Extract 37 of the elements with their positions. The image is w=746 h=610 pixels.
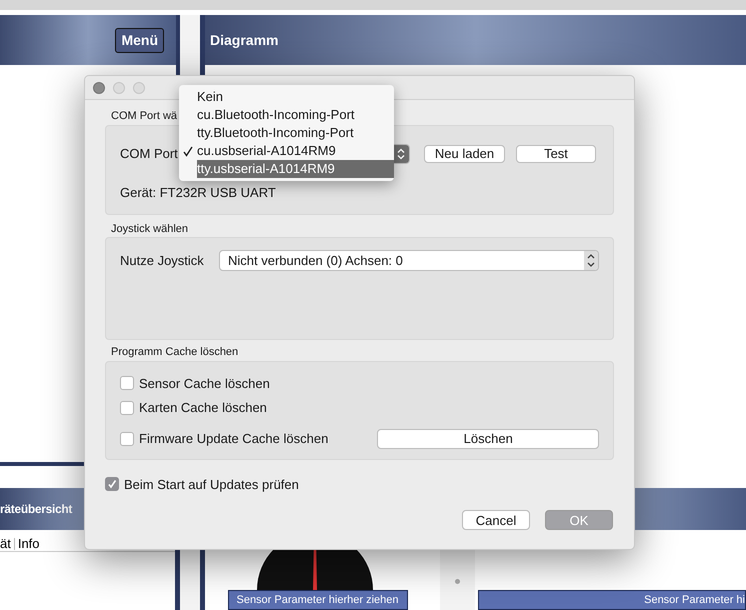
close-icon[interactable] <box>93 82 105 94</box>
checkbox-label: Karten Cache löschen <box>139 399 268 417</box>
group-title: Programm Cache löschen <box>111 345 240 360</box>
test-button[interactable]: Test <box>516 144 596 162</box>
menu-item[interactable]: cu.usbserial-A1014RM9 <box>197 142 394 160</box>
handle-icon[interactable] <box>455 579 460 584</box>
cancel-button[interactable]: Cancel <box>462 510 530 530</box>
checkbox[interactable] <box>120 432 134 446</box>
tab[interactable]: ät <box>0 534 11 554</box>
stepper-icon <box>584 251 598 270</box>
checkbox[interactable] <box>105 477 119 492</box>
group-title: COM Port wä <box>111 109 178 124</box>
field-label: Nutze Joystick <box>120 252 205 270</box>
checkbox[interactable] <box>120 400 134 415</box>
delete-button[interactable]: Löschen <box>377 428 599 448</box>
menu-button[interactable]: Menü <box>115 28 164 52</box>
checkmark-icon <box>107 479 117 490</box>
checkbox-label: Firmware Update Cache löschen <box>139 430 330 448</box>
menu-item[interactable]: cu.Bluetooth-Incoming-Port <box>197 106 394 124</box>
checkbox[interactable] <box>120 376 134 390</box>
checkbox-label: Beim Start auf Updates prüfen <box>124 476 299 494</box>
zoom-icon[interactable] <box>133 82 145 94</box>
reload-button[interactable]: Neu laden <box>424 144 505 162</box>
minimize-icon[interactable] <box>113 82 125 94</box>
joystick-select[interactable]: Nicht verbunden (0) Achsen: 0 <box>219 250 599 271</box>
drop-zone[interactable]: Sensor Parameter hierher ziehen <box>228 590 408 610</box>
group-title: Joystick wählen <box>111 222 190 236</box>
panel-title: Diagramm <box>210 30 278 50</box>
menu-item[interactable]: Kein <box>197 88 394 106</box>
device-info: Gerät: FT232R USB UART <box>120 184 277 202</box>
drop-zone[interactable]: Sensor Parameter hi <box>478 590 746 610</box>
menu-item[interactable]: tty.usbserial-A1014RM9 <box>197 160 394 178</box>
tab[interactable]: Info <box>18 534 40 554</box>
field-label: COM Port <box>120 144 179 163</box>
checkbox-label: Sensor Cache löschen <box>139 374 271 392</box>
menu-item[interactable]: tty.Bluetooth-Incoming-Port <box>197 124 394 142</box>
panel-title: räteübersicht <box>0 501 72 518</box>
